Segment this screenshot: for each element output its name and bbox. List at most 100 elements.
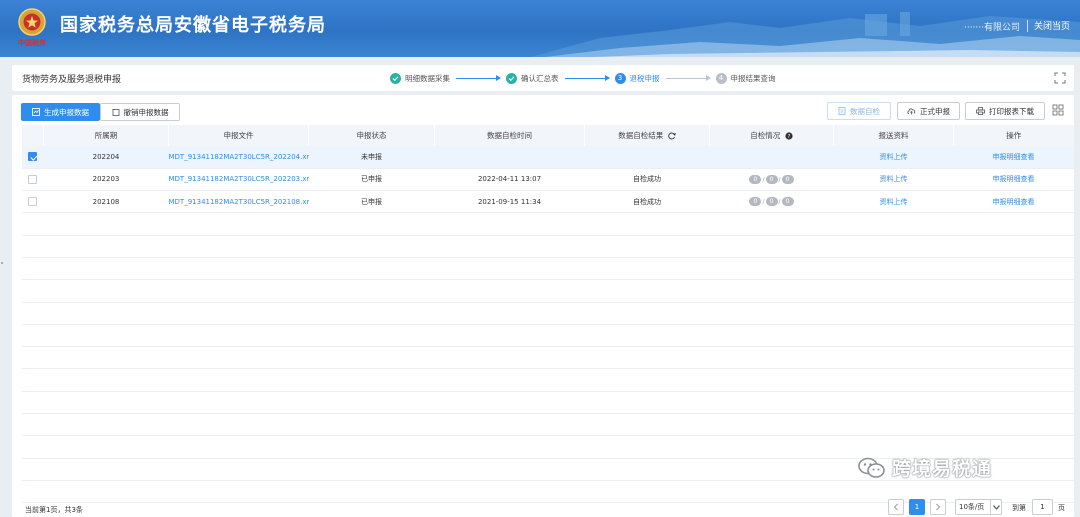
help-icon[interactable]: ? — [785, 132, 793, 140]
column-settings-icon[interactable] — [1052, 104, 1064, 116]
upload-cloud-icon — [907, 108, 916, 115]
formal-declare-label: 正式申报 — [920, 106, 950, 116]
revoke-icon — [112, 109, 119, 116]
check-count-pill: 0 — [781, 197, 794, 207]
goto-page-input[interactable]: 1 — [1032, 499, 1053, 515]
step-4: 4 申报结果查询 — [715, 72, 776, 84]
check-icon — [390, 72, 401, 84]
step-label: 退税申报 — [629, 73, 660, 83]
step-1: 明细数据采集 — [390, 72, 450, 84]
check-time-cell — [434, 146, 585, 169]
document-icon — [838, 107, 846, 115]
top-banner: 中国税务 国家税务总局安徽省电子税务局 ·······有限公司 关闭当页 — [0, 0, 1080, 57]
row-checkbox-cell — [21, 168, 44, 192]
print-download-button[interactable]: 打印报表下载 — [965, 102, 1045, 120]
declaration-table: 所属期 申报文件 申报状态 数据自检时间 数据自检结果 自检情况 ? 报送资料 … — [21, 125, 1074, 504]
check-result-cell: 自检成功 — [584, 190, 710, 214]
col-check-situation: 自检情况 ? — [709, 125, 834, 146]
svg-text:?: ? — [787, 134, 790, 140]
step-number: 3 — [614, 72, 626, 84]
check-result-cell: 自检成功 — [584, 168, 710, 192]
formal-declare-button[interactable]: 正式申报 — [897, 102, 960, 120]
step-label: 明细数据采集 — [405, 73, 450, 83]
generate-data-button[interactable]: 生成申报数据 — [21, 103, 100, 121]
empty-row — [21, 413, 1074, 437]
col-period: 所属期 — [43, 125, 169, 146]
file-link[interactable]: MDT_91341182MA2T30LC5R_202203.xml — [168, 168, 309, 192]
upload-link[interactable]: 资料上传 — [833, 146, 954, 169]
step-label: 申报结果查询 — [730, 73, 776, 83]
self-check-button[interactable]: 数据自检 — [827, 102, 891, 120]
revoke-label: 撤销申报数据 — [123, 107, 169, 117]
goto-label: 到第 — [1012, 504, 1026, 512]
empty-row — [21, 346, 1074, 370]
empty-row — [21, 391, 1074, 415]
tax-emblem-logo: 中国税务 — [14, 6, 50, 48]
period-cell: 202204 — [43, 146, 169, 169]
empty-row — [21, 368, 1074, 392]
col-operations: 操作 — [953, 125, 1074, 146]
col-check-result: 数据自检结果 — [584, 125, 710, 146]
prev-page-button[interactable] — [888, 499, 904, 515]
check-situation-cell: 0/0/0 — [709, 168, 834, 192]
file-link[interactable]: MDT_91341182MA2T30LC5R_202204.xml — [168, 146, 309, 169]
fullscreen-icon[interactable] — [1054, 72, 1066, 84]
step-arrow — [665, 74, 711, 81]
page-size-select[interactable]: 10条/页 — [955, 499, 1002, 515]
header-divider — [1027, 20, 1028, 32]
watermark-text: 跨境易税通 — [892, 458, 993, 480]
step-arrow — [564, 74, 610, 81]
wechat-icon — [858, 457, 885, 478]
chevron-down-icon — [990, 500, 1001, 514]
page-title: 货物劳务及服务退税申报 — [22, 75, 122, 85]
view-details-link[interactable]: 申报明细查看 — [953, 190, 1074, 214]
edge-marker — [1, 262, 3, 264]
page-number-button[interactable]: 1 — [909, 499, 925, 515]
period-cell: 202203 — [43, 168, 169, 192]
check-count-pill: 0 — [749, 197, 762, 207]
step-indicator: 明细数据采集 确认汇总表 3 退税申报 4 申报结果查询 — [390, 71, 776, 85]
revoke-data-button[interactable]: 撤销申报数据 — [100, 103, 180, 121]
step-label: 确认汇总表 — [521, 73, 559, 83]
row-checkbox[interactable] — [28, 197, 37, 207]
check-result-cell — [584, 146, 710, 169]
status-cell: 已申报 — [308, 168, 435, 192]
file-link[interactable]: MDT_91341182MA2T30LC5R_202108.xml — [168, 190, 309, 214]
table-row[interactable]: 202203 MDT_91341182MA2T30LC5R_202203.xml… — [21, 168, 1074, 192]
page-title-bar: 货物劳务及服务退税申报 明细数据采集 确认汇总表 3 退税申报 4 申报结果查询 — [12, 65, 1074, 91]
upload-link[interactable]: 资料上传 — [833, 190, 954, 214]
view-details-link[interactable]: 申报明细查看 — [953, 146, 1074, 169]
next-page-button[interactable] — [930, 499, 946, 515]
table-row[interactable]: 202108 MDT_91341182MA2T30LC5R_202108.xml… — [21, 190, 1074, 214]
step-number: 4 — [715, 72, 727, 84]
watermark: 跨境易税通 — [858, 454, 992, 481]
step-arrow — [456, 74, 501, 81]
table-row[interactable]: 202204 MDT_91341182MA2T30LC5R_202204.xml… — [21, 146, 1074, 169]
empty-row — [21, 279, 1074, 303]
col-check-result-label: 数据自检结果 — [618, 131, 664, 140]
empty-row — [21, 235, 1074, 258]
empty-row — [21, 324, 1074, 348]
col-file: 申报文件 — [168, 125, 309, 146]
row-checkbox[interactable] — [28, 174, 37, 184]
generate-icon — [32, 108, 40, 116]
check-icon — [506, 72, 517, 84]
row-checkbox-cell — [21, 190, 44, 214]
check-count-pill: 0 — [749, 174, 762, 184]
close-page-link[interactable]: 关闭当页 — [1034, 19, 1070, 32]
print-download-label: 打印报表下载 — [989, 106, 1034, 116]
check-count-pill: 0 — [765, 197, 778, 207]
empty-row — [21, 257, 1074, 281]
view-details-link[interactable]: 申报明细查看 — [953, 168, 1074, 192]
generate-label: 生成申报数据 — [44, 107, 89, 117]
col-submit-materials: 报送资料 — [833, 125, 954, 146]
pagination-summary: 当前第1页，共3条 — [25, 506, 83, 514]
table-header-row: 所属期 申报文件 申报状态 数据自检时间 数据自检结果 自检情况 ? 报送资料 … — [21, 125, 1074, 146]
emblem-text: 中国税务 — [18, 38, 47, 47]
printer-icon — [976, 107, 985, 115]
chevron-left-icon — [893, 503, 898, 511]
chevron-right-icon — [936, 503, 941, 511]
refresh-icon[interactable] — [667, 132, 676, 140]
row-checkbox[interactable] — [28, 152, 37, 162]
upload-link[interactable]: 资料上传 — [833, 168, 954, 192]
